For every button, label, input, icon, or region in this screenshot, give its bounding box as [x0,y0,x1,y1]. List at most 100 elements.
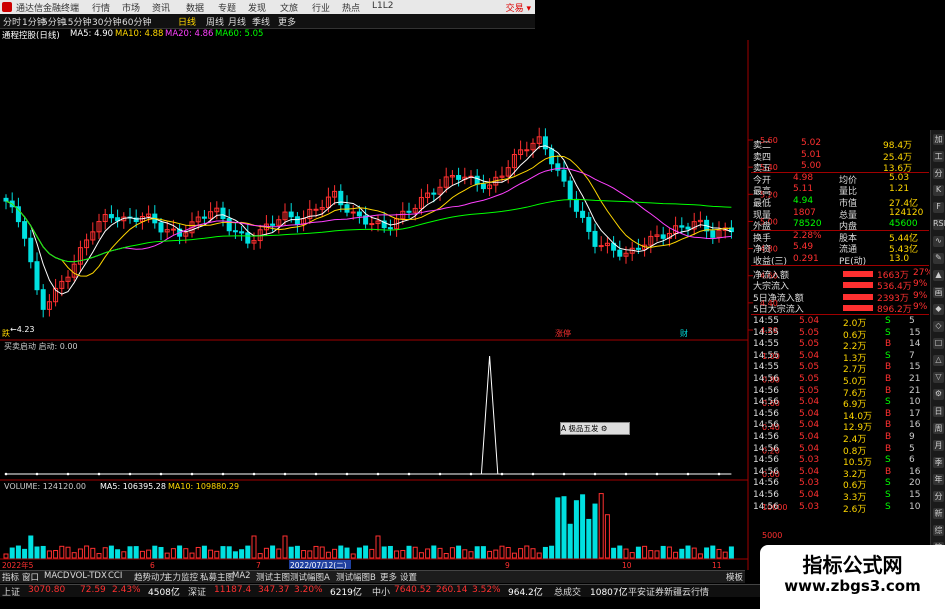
menu-item-7[interactable]: 行业 [312,1,330,14]
tool-button-10[interactable]: ◆ [933,304,944,315]
candle-body [586,216,592,232]
tool-button-4[interactable]: F [933,202,944,213]
tick-time: 14:56 [753,490,779,500]
menu-item-3[interactable]: 数据 [186,1,204,14]
tool-button-13[interactable]: △ [933,355,944,366]
candle-body [313,208,319,211]
period-tab-4[interactable]: 30分钟 [92,15,121,28]
candle-body [40,289,46,310]
candle-body [387,227,393,230]
candle-body [220,207,226,220]
quote-row: 今开 4.98 均价 5.03 [751,173,929,186]
period-tab-3[interactable]: 15分钟 [62,15,91,28]
period-tab-6[interactable]: 日线 [178,15,196,28]
candle-body [34,261,40,291]
tick-price: 5.05 [799,385,820,396]
menu-item-4[interactable]: 专题 [218,1,236,14]
signal-dot [221,472,225,476]
tool-button-5[interactable]: RSI [933,219,945,230]
indicator-tab-9[interactable]: 测试主图 [256,571,290,583]
period-tab-7[interactable]: 周线 [206,15,224,28]
sz-index-amount: 6219亿 [330,588,362,598]
menu-item-5[interactable]: 发现 [248,1,266,14]
volume-bar [580,494,586,559]
indicator-tab-6[interactable]: 主力监控 [164,571,198,583]
menu-item-8[interactable]: 热点 [342,1,360,14]
indicator-tab-5[interactable]: 趋势动力 [134,571,168,583]
tool-button-16[interactable]: 日 [933,406,944,417]
indicator-tab-13[interactable]: 设置 [400,571,417,583]
volume-bar [90,547,96,559]
tool-button-23[interactable]: 综 [933,525,944,536]
sh-index-label[interactable]: 上证 [2,585,20,598]
tool-button-3[interactable]: K [933,185,944,196]
tool-button-19[interactable]: 季 [933,457,944,468]
period-tab-10[interactable]: 更多 [278,15,296,28]
indicator-tab-7[interactable]: 私募主图 [200,571,234,583]
quote-row: 14:56 5.03 0.6万 S 20 [751,478,929,491]
volume-bar [449,547,455,559]
tick-time: 14:56 [753,455,779,466]
period-tab-0[interactable]: 分时 [3,15,21,28]
volume-bar [257,553,263,559]
sz-index-value: 11187.4 [214,585,252,595]
zx-index-label[interactable]: 中小 [372,585,390,598]
tool-button-21[interactable]: 分 [933,491,944,502]
tool-button-11[interactable]: ◇ [933,321,944,332]
tick-direction: S [885,350,891,361]
tool-button-2[interactable]: 分 [933,168,944,179]
sz-index-label[interactable]: 深证 [188,585,206,598]
indicator-tab-1[interactable]: 窗口 [22,571,39,583]
volume-bar [549,545,555,559]
news-ticker[interactable]: 平安证券新疆云行情 [628,585,709,598]
period-tab-8[interactable]: 月线 [228,15,246,28]
volume-bar [208,549,214,559]
indicator-tab-8[interactable]: MA2 [232,571,251,581]
period-tab-9[interactable]: 季线 [252,15,270,28]
tick-price: 5.04 [799,443,820,454]
indicator-tab-0[interactable]: 指标 [2,571,19,583]
menu-item-9[interactable]: L1L2 [372,1,393,11]
ma20-label: MA20: 4.86 [165,29,214,39]
tool-button-14[interactable]: ▽ [933,372,944,383]
tick-time: 14:56 [753,466,779,477]
tool-button-20[interactable]: 年 [933,474,944,485]
tick-price: 5.03 [799,501,820,512]
template-tab[interactable]: 模板 [726,571,743,583]
tool-button-0[interactable]: 加 [933,134,944,145]
tool-button-22[interactable]: 新 [933,508,944,519]
tool-button-1[interactable]: 工 [933,151,944,162]
volume-bar [567,523,573,559]
menu-item-2[interactable]: 资讯 [152,1,170,14]
date-tick-label: 2022/07/12(二) [290,561,347,570]
menu-item-1[interactable]: 市场 [122,1,140,14]
kline-chart[interactable]: 5.605.405.205.004.804.604.404.20←4.23跌 涨停… [0,40,790,570]
tool-button-15[interactable]: ⚙ [933,389,944,400]
indicator-tab-10[interactable]: 测试幅图A [290,571,330,583]
volume-bar [77,548,83,559]
period-tab-5[interactable]: 60分钟 [122,15,151,28]
main-menu: 行情 市场 资讯 数据 专题 发现 文旅 行业 热点 L1L2 [0,0,535,14]
tool-button-6[interactable]: ∿ [933,236,944,247]
indicator-tab-4[interactable]: CCI [108,571,122,581]
quote-divider [751,314,929,315]
tool-button-8[interactable]: ▲ [933,270,944,281]
indicator-tab-2[interactable]: MACD [44,571,69,581]
menu-item-6[interactable]: 文旅 [280,1,298,14]
signal-dot [686,472,690,476]
tool-button-12[interactable]: □ [933,338,944,349]
tool-button-9[interactable]: 画 [933,287,944,298]
indicator-tab-3[interactable]: VOL-TDX [70,571,107,581]
indicator-tab-12[interactable]: 更多 [380,571,397,583]
signal-dot [283,472,287,476]
menu-item-0[interactable]: 行情 [92,1,110,14]
indicator-tab-11[interactable]: 测试幅图B [336,571,376,583]
tool-button-17[interactable]: 周 [933,423,944,434]
volume-bar [387,545,393,559]
quote-divider [751,264,929,266]
tool-button-7[interactable]: ✎ [933,253,944,264]
quote-row: 14:56 5.04 6.9万 S 10 [751,397,929,410]
tool-button-18[interactable]: 月 [933,440,944,451]
tick-time: 14:55 [753,350,779,361]
volume-bar [158,546,164,559]
